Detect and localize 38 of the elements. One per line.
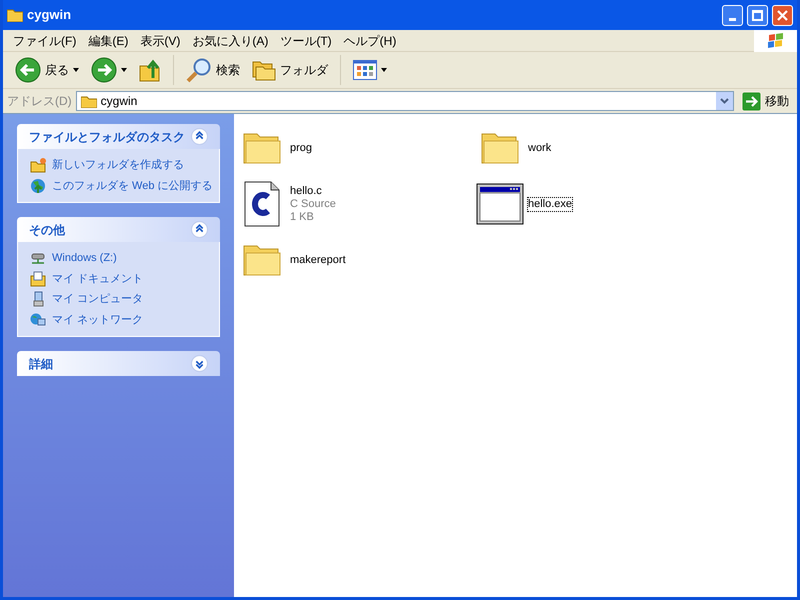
- panel-title: その他: [29, 222, 66, 238]
- file-name: hello.exe: [528, 198, 572, 210]
- folders-button[interactable]: フォルダ: [248, 54, 332, 86]
- file-item[interactable]: hello.c C Source 1 KB: [238, 176, 476, 232]
- file-type: C Source: [290, 198, 336, 210]
- file-item[interactable]: hello.exe: [476, 176, 797, 232]
- task-link[interactable]: マイ ドキュメント: [52, 270, 144, 287]
- window-title: cygwin: [27, 6, 72, 24]
- panel-header[interactable]: その他: [17, 217, 220, 242]
- panel-header[interactable]: ファイルとフォルダのタスク: [17, 124, 220, 149]
- menu-item[interactable]: お気に入り(A): [186, 30, 274, 50]
- file-item[interactable]: makereport: [238, 232, 476, 288]
- menu-item[interactable]: ツール(T): [274, 30, 338, 50]
- menu-item[interactable]: ヘルプ(H): [338, 30, 402, 50]
- menu-item[interactable]: 編集(E): [82, 30, 134, 50]
- panel-header[interactable]: 詳細: [17, 351, 220, 376]
- file-item[interactable]: prog: [238, 120, 476, 176]
- task-link[interactable]: 新しいフォルダを作成する: [52, 157, 184, 174]
- address-label: アドレス(D): [7, 93, 72, 110]
- menu-item[interactable]: ファイル(F): [7, 30, 82, 50]
- file-size: 1 KB: [290, 210, 315, 224]
- file-name: makereport: [290, 254, 346, 266]
- file-name: work: [528, 142, 552, 154]
- task-link[interactable]: マイ コンピュータ: [52, 291, 144, 308]
- file-item[interactable]: work: [476, 120, 797, 176]
- panel-title: 詳細: [29, 356, 54, 372]
- menu-item[interactable]: 表示(V): [134, 30, 186, 50]
- file-name: hello.c: [290, 184, 322, 198]
- task-link[interactable]: マイ ネットワーク: [52, 312, 144, 328]
- address-field[interactable]: cygwin: [76, 91, 734, 111]
- task-link[interactable]: このフォルダを Web に公開する: [52, 178, 213, 194]
- search-button[interactable]: 検索: [182, 54, 244, 86]
- go-button[interactable]: 移動: [738, 92, 793, 110]
- address-value: cygwin: [100, 93, 138, 110]
- file-name: prog: [290, 142, 312, 154]
- back-button[interactable]: 戻る: [11, 54, 83, 86]
- task-link[interactable]: Windows (Z:): [52, 250, 117, 266]
- panel-title: ファイルとフォルダのタスク: [29, 128, 186, 146]
